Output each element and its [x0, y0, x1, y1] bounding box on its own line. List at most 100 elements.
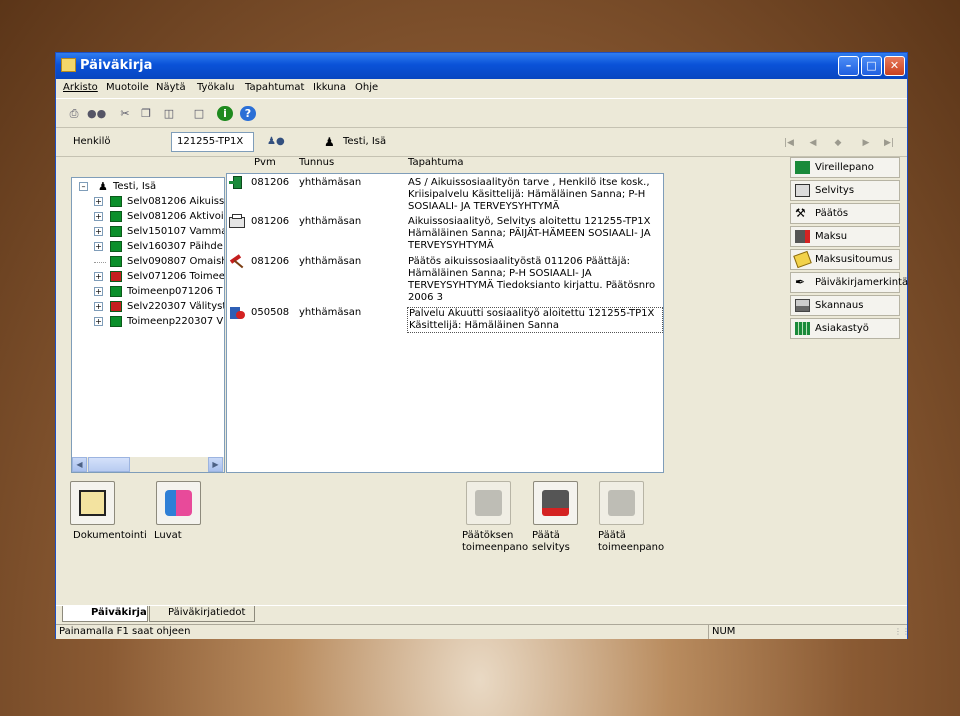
paata-toimeenpano-button[interactable]: [599, 481, 644, 525]
grid-icon: [795, 322, 810, 335]
menu-nayta[interactable]: Näytä: [156, 82, 186, 93]
menu-ikkuna[interactable]: Ikkuna: [313, 82, 346, 93]
expand-icon[interactable]: +: [94, 317, 103, 326]
paata-selvitys-button[interactable]: [533, 481, 578, 525]
cut-icon[interactable]: ✂: [117, 106, 133, 121]
binoculars-icon[interactable]: ●●: [87, 106, 106, 121]
folder-book-icon: [110, 256, 122, 267]
skannaus-button[interactable]: Skannaus: [790, 295, 900, 316]
resize-grip-icon[interactable]: ⋮⋮: [894, 627, 910, 636]
expand-icon[interactable]: +: [94, 212, 103, 221]
luvat-button[interactable]: [156, 481, 201, 525]
tree-item[interactable]: + Toimeenp071206 T: [72, 285, 224, 299]
paste-icon[interactable]: ◫: [161, 106, 177, 121]
tree-item[interactable]: + Toimeenp220307 V: [72, 315, 224, 329]
luvat-label: Luvat: [154, 530, 182, 541]
asiakastyo-label: Asiakastyö: [815, 323, 869, 334]
label-line: Päätöksen: [462, 530, 514, 541]
event-row[interactable]: 081206 yhthämäsan AS / Aikuissosiaalityö…: [227, 175, 663, 213]
dokumentointi-label: Dokumentointi: [73, 530, 147, 541]
tree-item[interactable]: + Selv150107 Vamma: [72, 225, 224, 239]
column-header-tunnus[interactable]: Tunnus: [299, 157, 334, 168]
asiakastyo-button[interactable]: Asiakastyö: [790, 318, 900, 339]
prev-record-icon[interactable]: ◀: [806, 136, 820, 150]
tab-paivakirja[interactable]: Päiväkirja: [62, 606, 148, 622]
expand-icon[interactable]: +: [94, 302, 103, 311]
maksu-label: Maksu: [815, 231, 848, 242]
expand-icon[interactable]: +: [94, 242, 103, 251]
help-icon[interactable]: ?: [240, 106, 256, 121]
event-line: Hämäläinen Sanna; PÄIJÄT-HÄMEEN SOSIAALI…: [408, 228, 651, 239]
title-bar[interactable]: Päiväkirja – □ ✕: [56, 53, 907, 79]
scroll-thumb[interactable]: [88, 457, 130, 472]
tree-item-label: Selv150107 Vamma: [127, 226, 224, 237]
dokumentointi-button[interactable]: [70, 481, 115, 525]
menu-ohje[interactable]: Ohje: [355, 82, 378, 93]
folder-book-icon: [110, 286, 122, 297]
tree-item-label: Selv090807 Omaish: [127, 256, 224, 267]
document-icon[interactable]: □: [191, 106, 207, 121]
expand-icon[interactable]: +: [94, 227, 103, 236]
vireillepano-button[interactable]: Vireillepano: [790, 157, 900, 178]
expand-icon[interactable]: +: [94, 197, 103, 206]
handshake-icon: [165, 490, 192, 516]
event-row[interactable]: 081206 yhthämäsan Aikuissosiaalityö, Sel…: [227, 214, 663, 252]
label-line: toimeenpano: [598, 542, 665, 553]
paatos-button[interactable]: ⚒ Päätös: [790, 203, 900, 224]
column-header-tapahtuma[interactable]: Tapahtuma: [408, 157, 464, 168]
tab-paivakirjatiedot[interactable]: Päiväkirjatiedot: [149, 606, 255, 622]
folder-book-icon: [110, 271, 122, 282]
collapse-icon[interactable]: –: [79, 182, 88, 191]
paata-toimeenpano-label: Päätä toimeenpano: [598, 530, 664, 554]
scroll-right-icon[interactable]: ▶: [208, 457, 223, 472]
menu-tapahtumat[interactable]: Tapahtumat: [245, 82, 304, 93]
typewriter-icon: [229, 214, 245, 230]
menu-arkisto[interactable]: Arkisto: [63, 82, 98, 93]
paata-selvitys-label: Päätä selvitys: [532, 530, 570, 554]
current-record-icon[interactable]: ◆: [831, 136, 845, 150]
close-button[interactable]: ✕: [884, 56, 905, 76]
door-icon: [795, 161, 810, 174]
tree-item[interactable]: + Selv160307 Päihde: [72, 240, 224, 254]
window-title: Päiväkirja: [80, 58, 153, 73]
menu-muotoile[interactable]: Muotoile: [106, 82, 149, 93]
henkilo-input-value: 121255-TP1X: [177, 136, 244, 147]
expand-icon[interactable]: +: [94, 287, 103, 296]
scanner-icon: [795, 299, 810, 312]
print-icon[interactable]: ⎙: [66, 106, 82, 121]
henkilo-input[interactable]: 121255-TP1X: [171, 132, 254, 152]
minimize-button[interactable]: –: [838, 56, 859, 76]
paivakirjamerkinta-button[interactable]: ✒ Päiväkirjamerkintä: [790, 272, 908, 293]
maximize-button[interactable]: □: [861, 56, 882, 76]
tree-item[interactable]: + Selv081206 Aktivoi: [72, 210, 224, 224]
tree-item[interactable]: + Selv220307 Välityst: [72, 300, 224, 314]
person-icon: ♟: [324, 135, 335, 149]
person-bar: Henkilö 121255-TP1X ♟● ♟ Testi, Isä: [56, 128, 907, 157]
last-record-icon[interactable]: ▶|: [882, 136, 896, 150]
folder-book-icon: [110, 196, 122, 207]
tree-item[interactable]: + Selv071206 Toimee: [72, 270, 224, 284]
maksu-button[interactable]: Maksu: [790, 226, 900, 247]
menu-bar: Arkisto Muotoile Näytä Työkalu Tapahtuma…: [56, 79, 907, 98]
first-record-icon[interactable]: |◀: [782, 136, 796, 150]
event-row[interactable]: 050508 yhthämäsan Palvelu Akuutti sosiaa…: [227, 305, 663, 335]
selvitys-button[interactable]: Selvitys: [790, 180, 900, 201]
maksusitoumus-label: Maksusitoumus: [815, 254, 893, 265]
event-description: Aikuissosiaalityö, Selvitys aloitettu 12…: [408, 216, 658, 252]
expand-icon[interactable]: +: [94, 272, 103, 281]
next-record-icon[interactable]: ▶: [859, 136, 873, 150]
maksusitoumus-button[interactable]: Maksusitoumus: [790, 249, 900, 270]
menu-tyokalu[interactable]: Työkalu: [197, 82, 234, 93]
event-row[interactable]: 081206 yhthämäsan Päätös aikuissosiaalit…: [227, 254, 663, 304]
event-line: SOSIAALI- JA TERVEYSYHTYMÄ: [408, 201, 560, 212]
search-person-icon[interactable]: ♟●: [267, 136, 285, 150]
info-icon[interactable]: i: [217, 106, 233, 121]
tree-item[interactable]: Selv090807 Omaish: [72, 255, 224, 269]
copy-icon[interactable]: ❐: [138, 106, 154, 121]
paatoksen-toimeenpano-button[interactable]: [466, 481, 511, 525]
tree-item[interactable]: + Selv081206 Aikuiss: [72, 195, 224, 209]
tree-root[interactable]: – ♟ Testi, Isä: [72, 180, 224, 194]
scroll-left-icon[interactable]: ◀: [72, 457, 87, 472]
tree-horizontal-scrollbar[interactable]: ◀ ▶: [72, 457, 224, 472]
column-header-pvm[interactable]: Pvm: [254, 157, 276, 168]
